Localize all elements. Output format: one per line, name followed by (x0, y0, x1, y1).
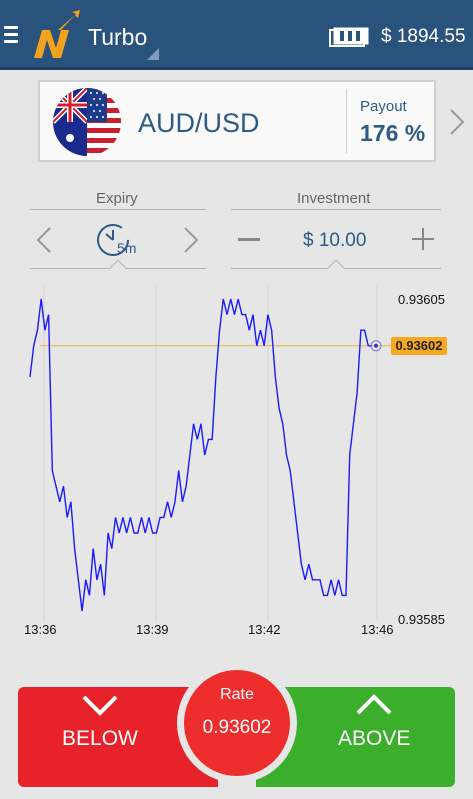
x-tick-label: 13:36 (24, 622, 57, 637)
logo-icon (34, 10, 80, 58)
expiry-prev-icon[interactable] (36, 226, 52, 254)
account-balance: $ 1894.55 (381, 26, 466, 47)
current-price-dot (374, 343, 378, 348)
dropdown-corner-icon[interactable] (147, 48, 159, 60)
payout-label: Payout (360, 98, 407, 115)
y-min-label: 0.93585 (398, 612, 445, 627)
notch (327, 259, 345, 277)
plus-icon[interactable] (412, 228, 434, 250)
investment-label: Investment (297, 190, 371, 207)
expiry-label: Expiry (96, 190, 138, 207)
chevron-right-icon[interactable] (448, 108, 466, 136)
aud-usd-flag-icon (53, 88, 121, 156)
current-price-tag: 0.93602 (391, 337, 447, 355)
chevron-up-icon (356, 694, 392, 715)
app-title[interactable]: Turbo (88, 24, 147, 51)
minus-icon[interactable] (238, 238, 260, 241)
divider (30, 209, 206, 210)
notch (109, 259, 127, 277)
y-max-label: 0.93605 (398, 292, 445, 307)
rate-value: 0.93602 (202, 717, 272, 738)
x-tick-label: 13:39 (136, 622, 169, 637)
rate-indicator: Rate 0.93602 (184, 670, 290, 776)
divider (231, 209, 441, 210)
rate-label: Rate (220, 686, 254, 703)
expiry-next-icon[interactable] (183, 226, 199, 254)
x-tick-label: 13:46 (361, 622, 394, 637)
divider (346, 89, 347, 153)
x-tick-label: 13:42 (248, 622, 281, 637)
expiry-value: 5m (117, 240, 137, 256)
payout-value: 176 % (360, 120, 426, 146)
asset-pair-name: AUD/USD (138, 108, 260, 138)
asset-selector[interactable]: AUD/USD Payout 176 % (38, 80, 436, 162)
app-header: Turbo $ 1894.55 (0, 0, 473, 70)
chevron-down-icon (82, 695, 118, 716)
menu-icon[interactable] (4, 26, 18, 44)
below-label: BELOW (62, 727, 138, 750)
above-label: ABOVE (338, 727, 411, 750)
wallet-icon[interactable] (328, 26, 372, 48)
investment-amount[interactable]: $ 10.00 (303, 230, 366, 252)
expiry-clock-icon: 5m (96, 220, 144, 260)
